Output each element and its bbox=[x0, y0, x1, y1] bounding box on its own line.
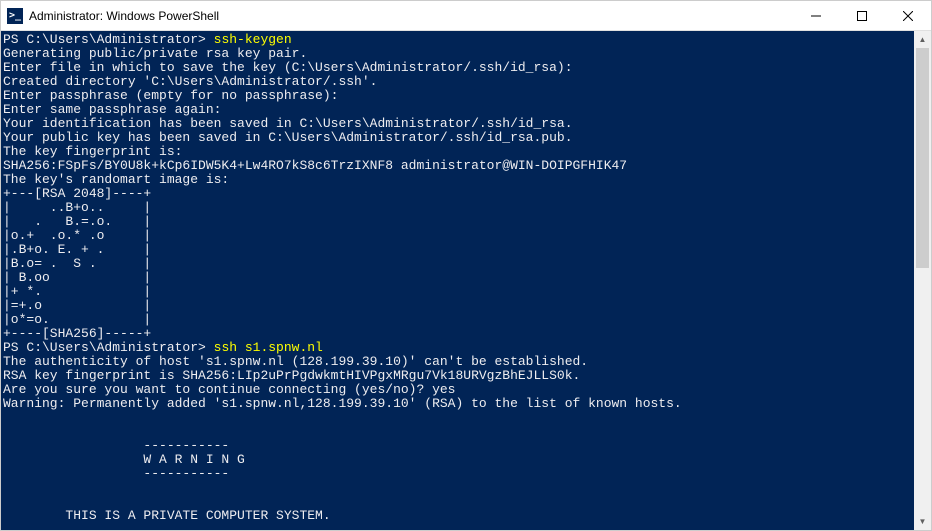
powershell-icon-glyph: >_ bbox=[9, 10, 21, 21]
powershell-icon: >_ bbox=[7, 8, 23, 24]
terminal-area: PS C:\Users\Administrator> ssh-keygenGen… bbox=[1, 31, 931, 530]
output-line bbox=[3, 425, 914, 439]
output-line: The key's randomart image is: bbox=[3, 173, 914, 187]
output-line: SHA256:FSpFs/BY0U8k+kCp6IDW5K4+Lw4RO7kS8… bbox=[3, 159, 914, 173]
output-line: W A R N I N G bbox=[3, 453, 914, 467]
output-line: THIS IS A PRIVATE COMPUTER SYSTEM. bbox=[3, 509, 914, 523]
output-line bbox=[3, 495, 914, 509]
scroll-down-arrow[interactable]: ▼ bbox=[914, 513, 931, 530]
command-text: ssh s1.spnw.nl bbox=[214, 340, 323, 355]
output-line: Your identification has been saved in C:… bbox=[3, 117, 914, 131]
output-line: Are you sure you want to continue connec… bbox=[3, 383, 914, 397]
output-line: | B.oo | bbox=[3, 271, 914, 285]
ps-prompt: PS C:\Users\Administrator> bbox=[3, 32, 214, 47]
powershell-window: >_ Administrator: Windows PowerShell PS … bbox=[0, 0, 932, 531]
output-line: RSA key fingerprint is SHA256:LIp2uPrPgd… bbox=[3, 369, 914, 383]
output-line: ----------- bbox=[3, 439, 914, 453]
minimize-button[interactable] bbox=[793, 1, 839, 30]
maximize-icon bbox=[857, 11, 867, 21]
close-icon bbox=[903, 11, 913, 21]
output-line: |+ *. | bbox=[3, 285, 914, 299]
output-line: ----------- bbox=[3, 467, 914, 481]
output-line: The authenticity of host 's1.spnw.nl (12… bbox=[3, 355, 914, 369]
output-line: |o.+ .o.* .o | bbox=[3, 229, 914, 243]
output-line: |B.o= . S . | bbox=[3, 257, 914, 271]
output-line: |=+.o | bbox=[3, 299, 914, 313]
output-line: +----[SHA256]-----+ bbox=[3, 327, 914, 341]
window-controls bbox=[793, 1, 931, 30]
output-line bbox=[3, 411, 914, 425]
output-line: Enter file in which to save the key (C:\… bbox=[3, 61, 914, 75]
output-line bbox=[3, 481, 914, 495]
scroll-track[interactable] bbox=[914, 48, 931, 513]
output-line: The key fingerprint is: bbox=[3, 145, 914, 159]
ps-prompt: PS C:\Users\Administrator> bbox=[3, 340, 214, 355]
output-line: Generating public/private rsa key pair. bbox=[3, 47, 914, 61]
output-line: | . B.=.o. | bbox=[3, 215, 914, 229]
minimize-icon bbox=[811, 11, 821, 21]
output-line: Warning: Permanently added 's1.spnw.nl,1… bbox=[3, 397, 914, 411]
output-line: | ..B+o.. | bbox=[3, 201, 914, 215]
output-line: |.B+o. E. + . | bbox=[3, 243, 914, 257]
maximize-button[interactable] bbox=[839, 1, 885, 30]
output-line: +---[RSA 2048]----+ bbox=[3, 187, 914, 201]
terminal-output[interactable]: PS C:\Users\Administrator> ssh-keygenGen… bbox=[1, 31, 914, 530]
scroll-thumb[interactable] bbox=[916, 48, 929, 268]
command-text: ssh-keygen bbox=[214, 32, 292, 47]
output-line: |o*=o. | bbox=[3, 313, 914, 327]
vertical-scrollbar[interactable]: ▲ ▼ bbox=[914, 31, 931, 530]
scroll-up-arrow[interactable]: ▲ bbox=[914, 31, 931, 48]
titlebar[interactable]: >_ Administrator: Windows PowerShell bbox=[1, 1, 931, 31]
window-title: Administrator: Windows PowerShell bbox=[29, 9, 793, 23]
close-button[interactable] bbox=[885, 1, 931, 30]
output-line: Enter passphrase (empty for no passphras… bbox=[3, 89, 914, 103]
output-line: Enter same passphrase again: bbox=[3, 103, 914, 117]
output-line: Your public key has been saved in C:\Use… bbox=[3, 131, 914, 145]
output-line: Created directory 'C:\Users\Administrato… bbox=[3, 75, 914, 89]
